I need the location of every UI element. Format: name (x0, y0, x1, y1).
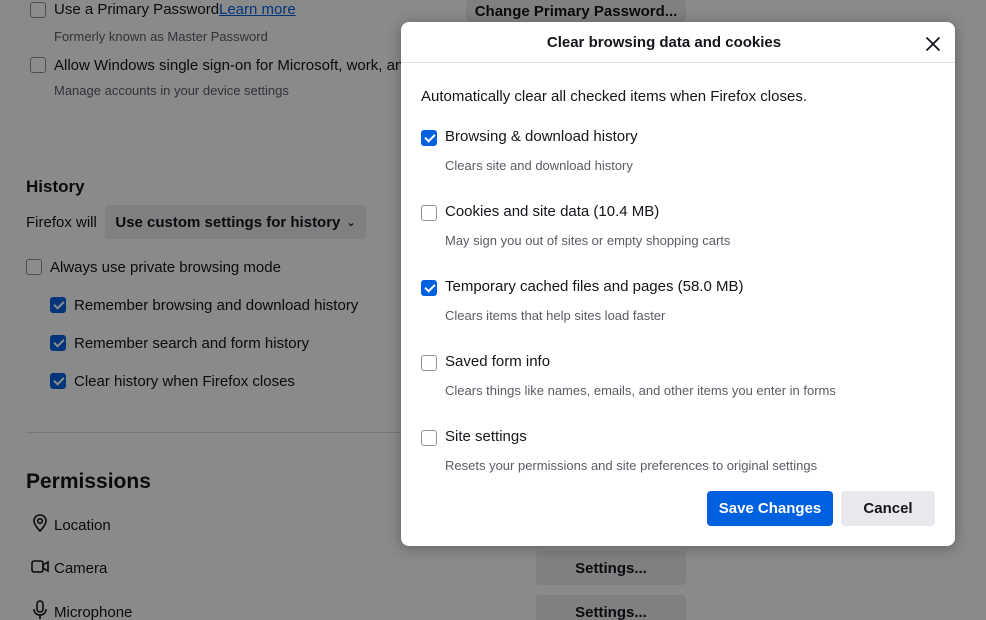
site-settings-checkbox[interactable] (421, 430, 437, 446)
browsing-history-checkbox[interactable] (421, 130, 437, 146)
browsing-history-label[interactable]: Browsing & download history (445, 128, 638, 145)
option-cache: Temporary cached files and pages (58.0 M… (421, 276, 941, 326)
dialog-header: Clear browsing data and cookies (401, 22, 955, 63)
cookies-desc: May sign you out of sites or empty shopp… (445, 233, 731, 248)
dialog-description: Automatically clear all checked items wh… (421, 88, 807, 105)
option-form-info: Saved form info Clears things like names… (421, 351, 941, 401)
form-info-checkbox[interactable] (421, 355, 437, 371)
site-settings-desc: Resets your permissions and site prefere… (445, 458, 818, 473)
cache-label[interactable]: Temporary cached files and pages (58.0 M… (445, 278, 743, 295)
option-cookies: Cookies and site data (10.4 MB) May sign… (421, 201, 941, 251)
option-browsing-history: Browsing & download history Clears site … (421, 126, 941, 176)
cache-checkbox[interactable] (421, 280, 437, 296)
form-info-desc: Clears things like names, emails, and ot… (445, 383, 836, 398)
clear-data-dialog: Clear browsing data and cookies Automati… (401, 22, 955, 546)
cache-desc: Clears items that help sites load faster (445, 308, 666, 323)
cancel-button[interactable]: Cancel (841, 491, 935, 526)
save-changes-button[interactable]: Save Changes (707, 491, 833, 526)
site-settings-label[interactable]: Site settings (445, 428, 527, 445)
cookies-label[interactable]: Cookies and site data (10.4 MB) (445, 203, 659, 220)
option-site-settings: Site settings Resets your permissions an… (421, 426, 941, 476)
browsing-history-desc: Clears site and download history (445, 158, 633, 173)
cookies-checkbox[interactable] (421, 205, 437, 221)
form-info-label[interactable]: Saved form info (445, 353, 550, 370)
close-icon[interactable] (921, 32, 945, 56)
dialog-title: Clear browsing data and cookies (546, 34, 782, 51)
